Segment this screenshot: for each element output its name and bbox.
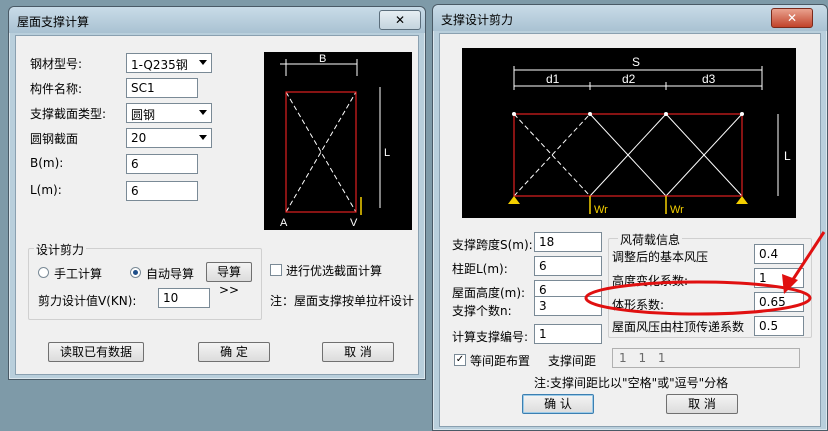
round-select[interactable]: 20 bbox=[126, 128, 212, 148]
base-pressure-input[interactable]: 0.4 bbox=[754, 244, 804, 264]
close-button[interactable]: ✕ bbox=[379, 10, 421, 30]
d2-symbol: d2 bbox=[622, 72, 636, 86]
shape-factor-label: 体形系数: bbox=[612, 296, 742, 314]
spacing-note: 注:支撑间距比以"空格"或"逗号"分格 bbox=[534, 376, 729, 390]
support-number-label: 计算支撑编号: bbox=[452, 330, 529, 344]
derive-button[interactable]: 导算>> bbox=[206, 262, 252, 297]
auto-label[interactable]: 自动导算 bbox=[146, 265, 194, 282]
s-symbol: S bbox=[632, 55, 640, 69]
roof-height-label: 屋面高度(m): bbox=[452, 286, 526, 300]
base-pressure-label: 调整后的基本风压 bbox=[612, 250, 709, 264]
column-spacing-label: 柱距L(m): bbox=[452, 262, 508, 276]
support-count-input[interactable]: 3 bbox=[534, 296, 602, 316]
steel-label: 钢材型号: bbox=[30, 57, 83, 71]
chevron-down-icon bbox=[199, 135, 207, 140]
hidden-factor-label: 屋面风压由柱顶传递系数 bbox=[612, 320, 745, 334]
chevron-down-icon bbox=[199, 110, 207, 115]
shear-label: 剪力设计值V(KN): bbox=[38, 294, 137, 308]
window-title: 支撑设计剪力 bbox=[441, 13, 514, 27]
chevron-down-icon bbox=[199, 60, 207, 65]
wr-label-2: Wr bbox=[670, 204, 684, 216]
l-symbol: L bbox=[784, 149, 791, 163]
shear-input[interactable]: 10 bbox=[158, 288, 210, 308]
d3-symbol: d3 bbox=[702, 72, 716, 86]
wr-label-1: Wr bbox=[594, 204, 608, 216]
client-area: 钢材型号: 1-Q235钢 构件名称: SC1 支撑截面类型: 圆钢 圆钢截面 … bbox=[15, 35, 419, 375]
round-label: 圆钢截面 bbox=[30, 132, 79, 146]
read-data-button[interactable]: 读取已有数据 bbox=[48, 342, 144, 362]
ok-button[interactable]: 确 定 bbox=[198, 342, 270, 362]
client-area: S d1 d2 d3 L Wr Wr 支撑跨度S(m): 18 柱距L(m): … bbox=[439, 33, 821, 427]
hidden-factor-input[interactable]: 0.5 bbox=[754, 316, 804, 336]
column-spacing-input[interactable]: 6 bbox=[534, 256, 602, 276]
height-factor-label: 高度变化系数: bbox=[612, 274, 689, 288]
b-input[interactable]: 6 bbox=[126, 154, 198, 174]
design-note: 注：屋面支撑按单拉杆设计 bbox=[270, 294, 415, 308]
cancel-button[interactable]: 取 消 bbox=[666, 394, 738, 414]
cancel-button[interactable]: 取 消 bbox=[322, 342, 394, 362]
shape-factor-input[interactable]: 0.65 bbox=[754, 292, 804, 312]
l-input[interactable]: 6 bbox=[126, 181, 198, 201]
span-label: 支撑跨度S(m): bbox=[452, 238, 533, 252]
name-input[interactable]: SC1 bbox=[126, 78, 198, 98]
confirm-button[interactable]: 确 认 bbox=[522, 394, 594, 414]
spacing-label: 支撑间距 bbox=[548, 354, 597, 368]
support-count-label: 支撑个数n: bbox=[452, 304, 512, 318]
optimize-checkbox[interactable] bbox=[270, 264, 282, 276]
title-bar[interactable]: 支撑设计剪力 bbox=[433, 5, 827, 31]
height-factor-input[interactable]: 1 bbox=[754, 268, 804, 288]
section-type-select[interactable]: 圆钢 bbox=[126, 103, 212, 123]
title-bar[interactable]: 屋面支撑计算 bbox=[9, 7, 425, 33]
equal-spacing-checkbox[interactable]: ✓ bbox=[454, 354, 466, 366]
spacing-input[interactable]: 1 1 1 bbox=[612, 348, 800, 368]
auto-radio[interactable] bbox=[130, 267, 141, 278]
b-label: B(m): bbox=[30, 156, 64, 170]
support-shear-window: 支撑设计剪力 ✕ S d1 d2 d3 L Wr Wr 支撑跨度S(m): 18… bbox=[432, 4, 828, 431]
name-label: 构件名称: bbox=[30, 82, 83, 96]
section-type-label: 支撑截面类型: bbox=[30, 107, 107, 121]
manual-label[interactable]: 手工计算 bbox=[54, 265, 102, 282]
support-right-icon bbox=[736, 196, 748, 204]
support-left-icon bbox=[508, 196, 520, 204]
l-label: L(m): bbox=[30, 183, 62, 197]
window-title: 屋面支撑计算 bbox=[17, 15, 90, 29]
b-symbol: B bbox=[319, 53, 326, 65]
shear-group-label: 设计剪力 bbox=[34, 241, 87, 258]
l-symbol: L bbox=[384, 147, 390, 159]
steel-select[interactable]: 1-Q235钢 bbox=[126, 53, 212, 73]
v-symbol: V bbox=[350, 217, 358, 229]
equal-spacing-label[interactable]: 等间距布置 bbox=[470, 352, 530, 369]
roof-support-window: 屋面支撑计算 ✕ 钢材型号: 1-Q235钢 构件名称: SC1 支撑截面类型:… bbox=[8, 6, 426, 380]
support-layout-diagram: S d1 d2 d3 L Wr Wr bbox=[462, 48, 796, 218]
optimize-label[interactable]: 进行优选截面计算 bbox=[286, 262, 382, 279]
a-symbol: A bbox=[280, 217, 288, 229]
support-number-input[interactable]: 1 bbox=[534, 324, 602, 344]
span-input[interactable]: 18 bbox=[534, 232, 602, 252]
bracing-diagram: B L A V bbox=[264, 52, 412, 230]
close-button[interactable]: ✕ bbox=[771, 8, 813, 28]
wind-load-group-label: 风荷载信息 bbox=[618, 231, 683, 248]
d1-symbol: d1 bbox=[546, 72, 560, 86]
manual-radio[interactable] bbox=[38, 267, 49, 278]
